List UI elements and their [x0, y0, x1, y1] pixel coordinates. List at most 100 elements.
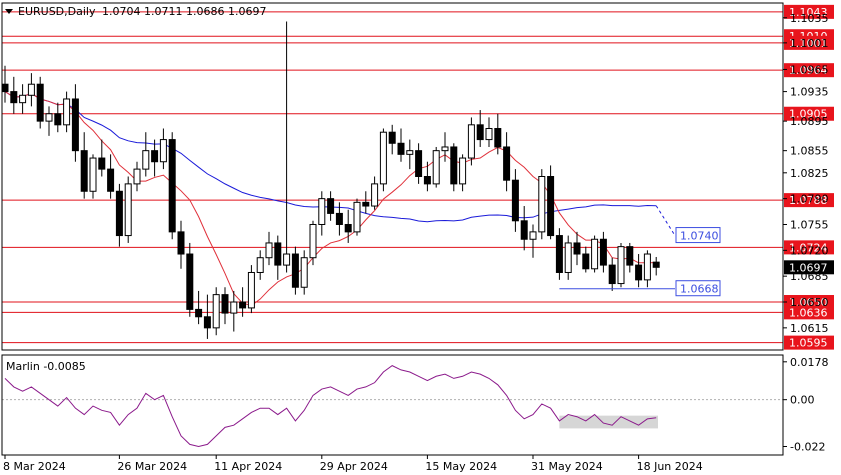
candle-body [45, 113, 53, 122]
candle-body [124, 183, 132, 237]
price-tick-label: 1.1035 [790, 12, 829, 25]
price-tick-label: 1.0825 [790, 167, 829, 180]
candle-body [107, 168, 115, 192]
candle-body [626, 246, 634, 266]
candle-body [1, 83, 9, 93]
candle-body [142, 150, 150, 170]
candle-body [291, 253, 299, 288]
symbol-timeframe: EURUSD,Daily [18, 5, 96, 18]
candle-body [608, 264, 616, 285]
price-tick-label: 1.0720 [790, 244, 829, 257]
candle-body [327, 198, 335, 214]
candle-body [617, 246, 625, 285]
candle-body [335, 212, 343, 225]
candle-body [652, 261, 660, 268]
candle-body [159, 139, 167, 163]
candle-body [388, 131, 396, 144]
candle-body [591, 238, 599, 270]
candle-body [318, 198, 326, 225]
candle-body [547, 176, 555, 237]
candle-body [10, 91, 18, 104]
candle-body [239, 301, 247, 309]
candle-body [485, 128, 493, 141]
candle-body [555, 235, 563, 273]
candle-body [371, 183, 379, 207]
candle-body [459, 157, 467, 185]
price-tick-label: 1.0895 [790, 115, 829, 128]
osc-tick-label: -0.022 [790, 440, 825, 453]
candle-body [379, 131, 387, 185]
date-tick-label: 29 Apr 2024 [320, 460, 388, 473]
oscillator-label: Marlin -0.0085 [6, 360, 86, 373]
candle-body [494, 128, 502, 148]
candle-body [467, 124, 475, 159]
date-tick-label: 8 Mar 2024 [3, 460, 66, 473]
candle-body [635, 264, 643, 281]
candle-body [309, 223, 317, 259]
candle-body [177, 231, 185, 255]
candle-body [133, 168, 141, 185]
price-tick-label: 1.0935 [790, 86, 829, 99]
candle-body [503, 146, 511, 181]
candle-body [423, 176, 431, 185]
candle-body [151, 150, 159, 163]
candle-body [476, 124, 484, 141]
candle-body [300, 257, 308, 288]
osc-tick-label: 0.00 [790, 394, 815, 407]
support-label: 1.0668 [680, 283, 719, 296]
candle-body [36, 83, 44, 122]
candle-body [274, 242, 282, 266]
candle-body [256, 257, 264, 273]
price-tick-label: 1.0685 [790, 270, 829, 283]
candle-body [80, 150, 88, 192]
candle-body [353, 201, 361, 233]
candle-body [168, 139, 176, 233]
candle-body [643, 253, 651, 281]
candle-body [115, 190, 123, 237]
price-tick-label: 1.0615 [790, 322, 829, 335]
candle-body [186, 253, 194, 310]
chart-header: EURUSD,Daily 1.0704 1.0711 1.0686 1.0697 [5, 5, 266, 18]
ohlc-values: 1.0704 1.0711 1.0686 1.0697 [102, 5, 266, 18]
price-tick-label: 1.0790 [790, 193, 829, 206]
osc-tick-label: 0.0178 [790, 356, 829, 369]
date-tick-label: 18 Jun 2024 [637, 460, 703, 473]
date-tick-label: 11 Apr 2024 [214, 460, 282, 473]
candle-body [221, 294, 229, 314]
price-tick-label: 1.0650 [790, 296, 829, 309]
candle-body [89, 157, 97, 192]
candle-body [98, 157, 106, 170]
candle-body [19, 94, 27, 104]
candle-body [195, 308, 203, 318]
candle-body [362, 201, 370, 207]
candle-body [599, 238, 607, 266]
candle-body [283, 253, 291, 266]
candle-body [344, 223, 352, 233]
price-tick-label: 1.0965 [790, 63, 829, 76]
eurusd-daily-chart: 1.10431.10101.10011.09641.09051.07881.07… [0, 0, 841, 475]
level-label: 1.0595 [789, 337, 828, 350]
date-tick-label: 31 May 2024 [531, 460, 603, 473]
candle-body [265, 242, 273, 259]
candle-body [582, 253, 590, 270]
candle-body [520, 220, 528, 240]
candle-body [54, 113, 62, 126]
ma-target-label: 1.0740 [680, 230, 719, 243]
candle-body [247, 271, 255, 309]
candle-body [203, 316, 211, 329]
date-tick-label: 26 Mar 2024 [117, 460, 187, 473]
candle-body [212, 294, 220, 329]
candle-body [230, 301, 238, 314]
candle-body [511, 179, 519, 222]
candle-body [63, 98, 71, 126]
candle-body [415, 150, 423, 178]
candle-body [573, 242, 581, 255]
candle-body [538, 176, 546, 233]
candle-body [397, 142, 405, 155]
price-tick-label: 1.1001 [790, 37, 829, 50]
candle-body [71, 98, 79, 152]
candle-body [406, 150, 414, 155]
candle-body [450, 146, 458, 185]
candle-body [441, 146, 449, 152]
candle-body [529, 231, 537, 240]
